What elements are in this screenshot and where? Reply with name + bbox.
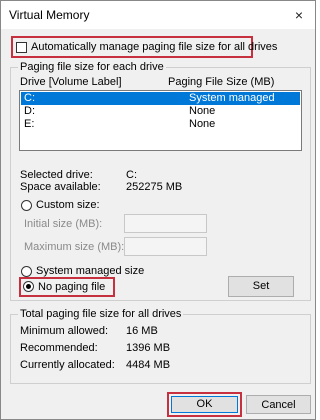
minimum-allowed-label: Minimum allowed: xyxy=(20,325,109,337)
column-header-size: Paging File Size (MB) xyxy=(168,76,275,88)
drive-paging-group: Paging file size for each drive Drive [V… xyxy=(10,61,311,301)
space-available-value: 252275 MB xyxy=(126,181,183,193)
maximum-size-input[interactable] xyxy=(124,237,207,256)
drive-list[interactable]: C: System managed D: None E: None xyxy=(19,90,302,151)
selected-drive-value: C: xyxy=(126,169,137,181)
maximum-size-label: Maximum size (MB): xyxy=(24,241,125,253)
recommended-value: 1396 MB xyxy=(126,342,171,354)
no-paging-highlight: No paging file xyxy=(19,277,115,297)
set-button[interactable]: Set xyxy=(228,276,294,297)
recommended-label: Recommended: xyxy=(20,342,98,354)
space-available-label: Space available: xyxy=(20,181,101,193)
minimum-allowed-value: 16 MB xyxy=(126,325,158,337)
no-paging-label[interactable]: No paging file xyxy=(38,281,105,293)
auto-manage-checkbox-row[interactable]: Automatically manage paging file size fo… xyxy=(11,36,277,58)
currently-allocated-label: Currently allocated: xyxy=(20,359,115,371)
drive-letter: E: xyxy=(24,118,35,130)
initial-size-input[interactable] xyxy=(124,214,207,233)
ok-button[interactable]: OK xyxy=(171,396,238,413)
total-paging-group: Total paging file size for all drives Mi… xyxy=(10,308,311,384)
initial-size-label: Initial size (MB): xyxy=(24,218,103,230)
window-title: Virtual Memory xyxy=(9,8,90,22)
custom-size-label[interactable]: Custom size: xyxy=(36,199,100,211)
no-paging-radio[interactable] xyxy=(23,281,34,292)
close-icon[interactable]: × xyxy=(289,5,309,25)
selected-drive-label: Selected drive: xyxy=(20,169,93,181)
virtual-memory-dialog: Virtual Memory × Automatically manage pa… xyxy=(0,0,316,420)
system-managed-radio[interactable] xyxy=(21,266,32,277)
drive-row[interactable]: D: None xyxy=(21,105,300,118)
drive-row[interactable]: E: None xyxy=(21,118,300,131)
auto-manage-checkbox[interactable] xyxy=(16,42,27,53)
drive-size: System managed xyxy=(189,92,275,104)
title-bar: Virtual Memory × xyxy=(1,1,315,29)
drive-row[interactable]: C: System managed xyxy=(21,92,300,105)
drive-letter: C: xyxy=(24,92,35,104)
drive-size: None xyxy=(189,118,216,130)
drive-group-legend: Paging file size for each drive xyxy=(18,61,166,73)
drive-letter: D: xyxy=(24,105,35,117)
auto-manage-label[interactable]: Automatically manage paging file size fo… xyxy=(31,41,277,53)
ok-highlight: OK xyxy=(167,392,242,417)
cancel-button[interactable]: Cancel xyxy=(246,395,311,414)
column-header-drive: Drive [Volume Label] xyxy=(20,76,122,88)
total-group-legend: Total paging file size for all drives xyxy=(18,308,184,320)
drive-size: None xyxy=(189,105,216,117)
system-managed-label[interactable]: System managed size xyxy=(36,265,144,277)
currently-allocated-value: 4484 MB xyxy=(126,359,171,371)
custom-size-radio[interactable] xyxy=(21,200,32,211)
